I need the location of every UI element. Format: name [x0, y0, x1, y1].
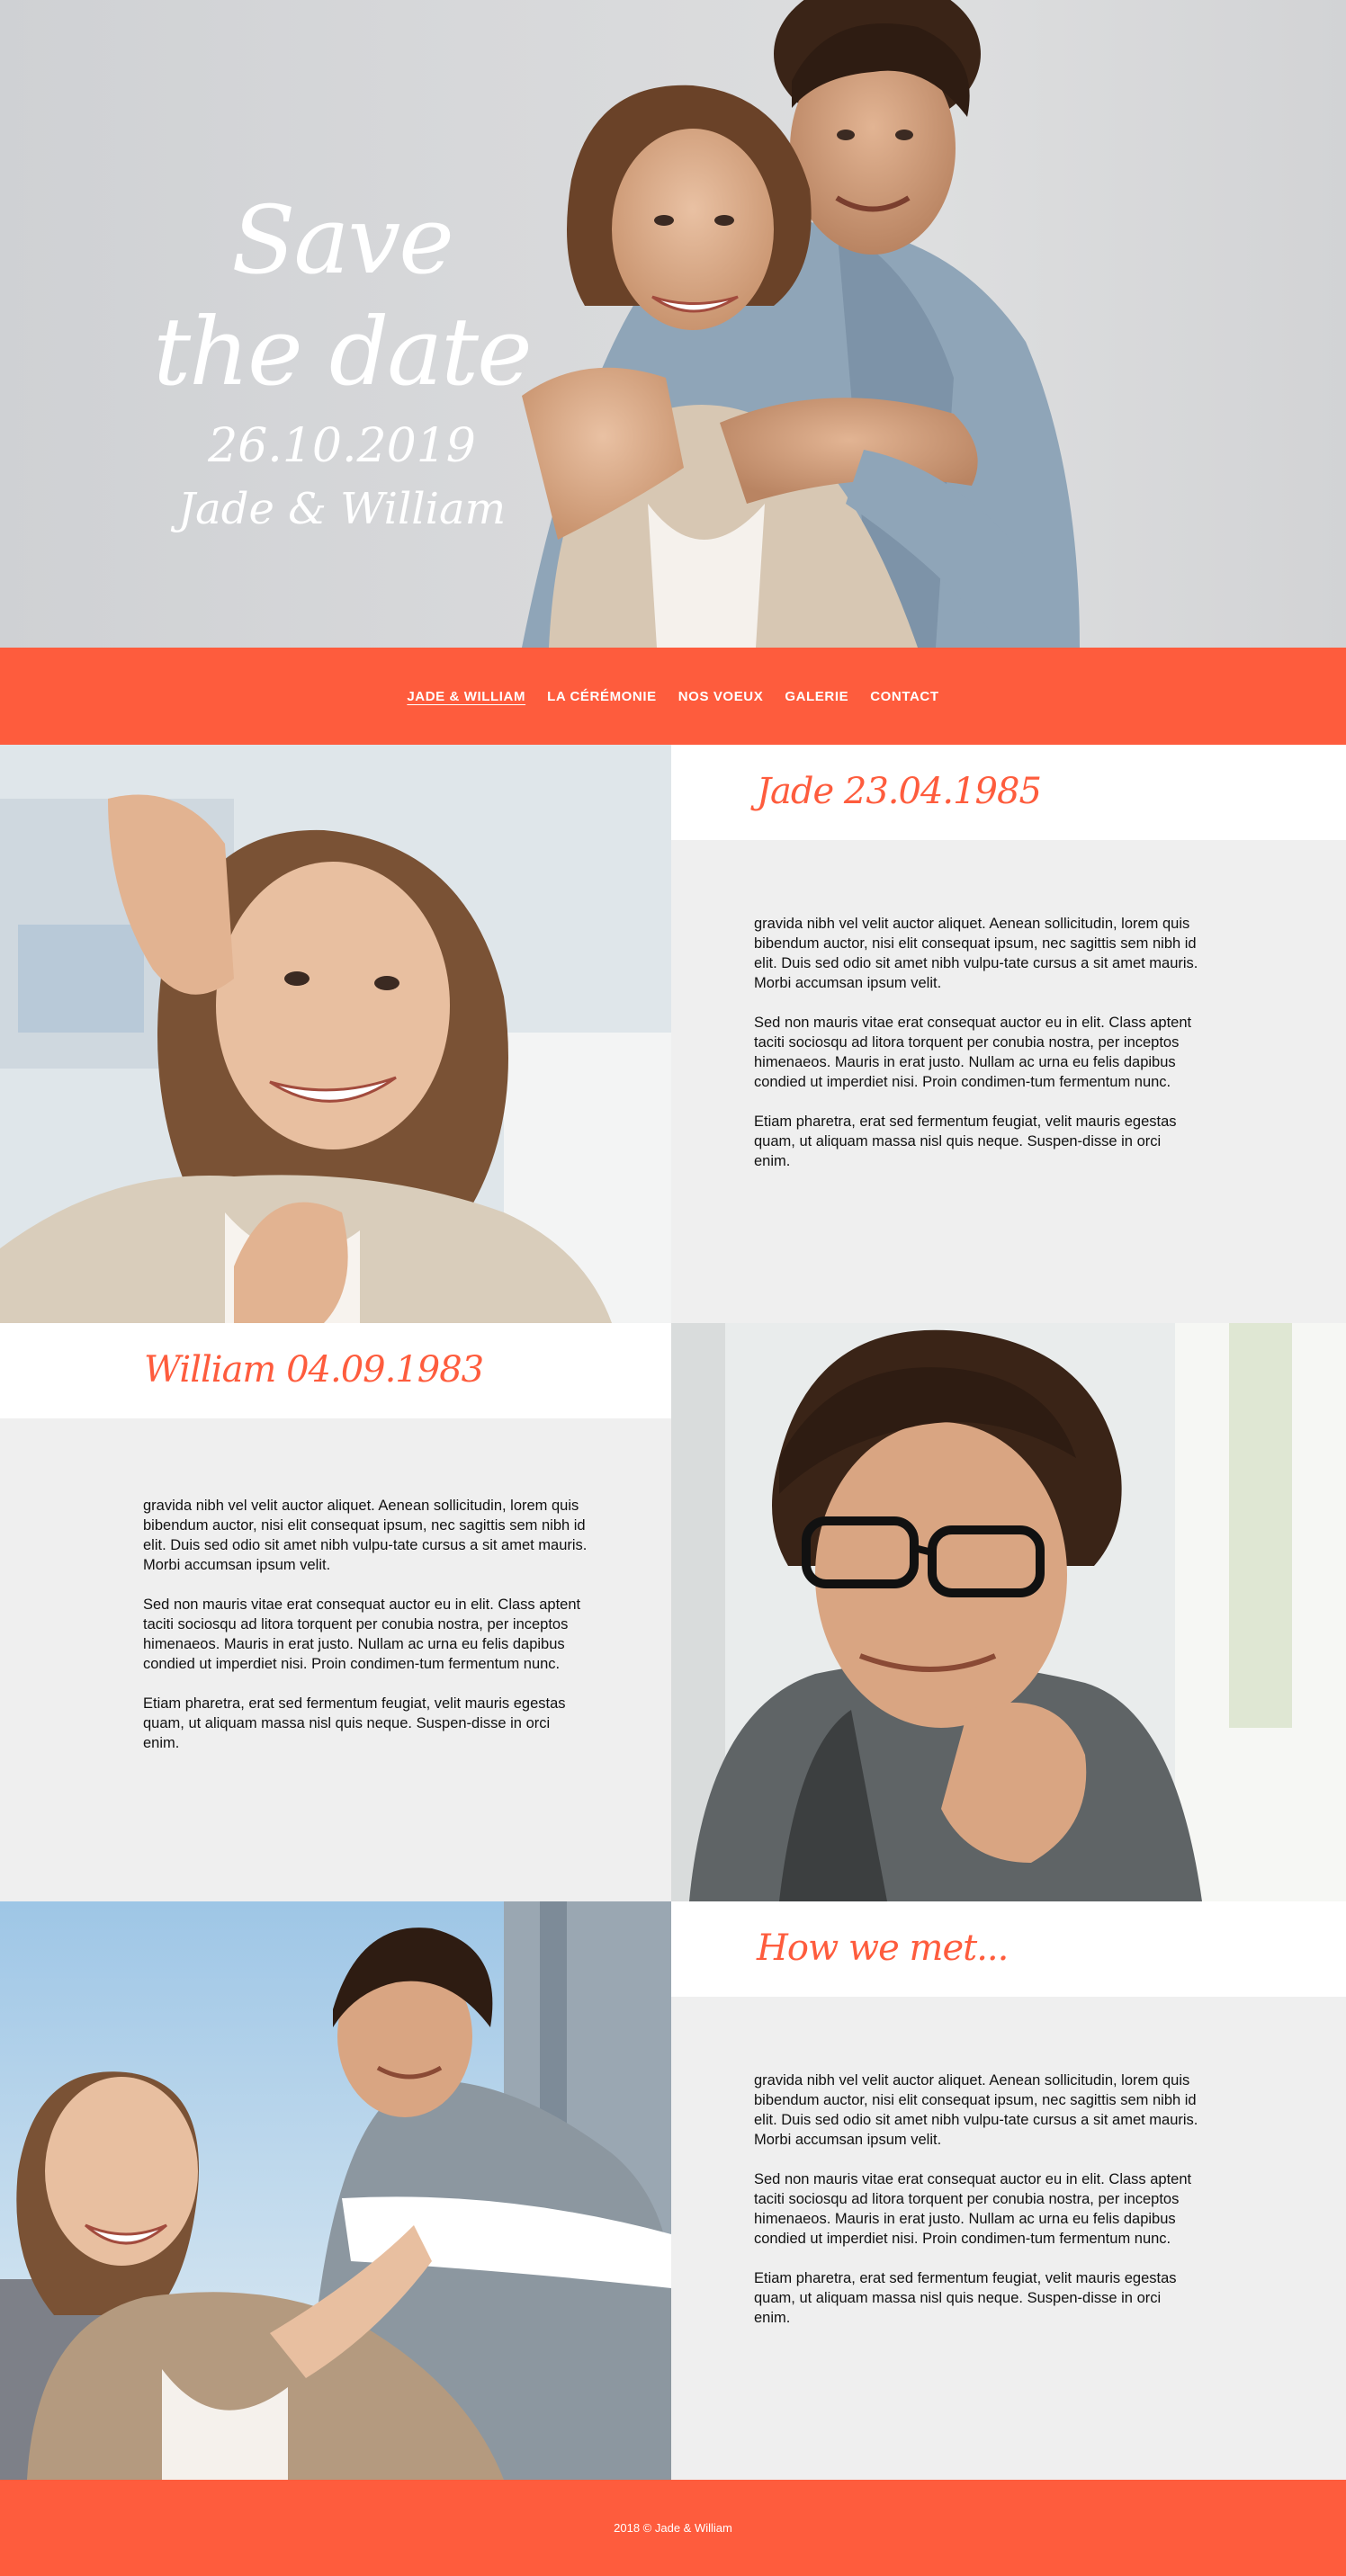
- hero-date: 26.10.2019: [208, 419, 476, 473]
- jade-paragraph: Sed non mauris vitae erat consequat auct…: [754, 1015, 1192, 1090]
- hero-banner: Save the date 26.10.2019 Jade & William: [0, 0, 1346, 648]
- how-we-met-text-panel: How we met... gravida nibh vel velit auc…: [671, 1901, 1346, 2480]
- jade-heading: Jade 23.04.1985: [757, 771, 1042, 812]
- nav-item-galerie[interactable]: GALERIE: [785, 684, 848, 710]
- how-we-met-heading-bar: How we met...: [671, 1901, 1346, 1997]
- jade-heading-bar: Jade 23.04.1985: [671, 745, 1346, 840]
- how-we-met-body: gravida nibh vel velit auctor aliquet. A…: [754, 2071, 1199, 2348]
- william-paragraph: gravida nibh vel velit auctor aliquet. A…: [143, 1498, 588, 1573]
- william-paragraph: Sed non mauris vitae erat consequat auct…: [143, 1597, 581, 1672]
- william-heading: William 04.09.1983: [144, 1349, 484, 1391]
- jade-photo: [0, 745, 671, 1323]
- william-body: gravida nibh vel velit auctor aliquet. A…: [143, 1496, 588, 1773]
- jade-section: Jade 23.04.1985 gravida nibh vel velit a…: [0, 745, 1346, 1323]
- footer-copyright: 2018 © Jade & William: [614, 2521, 732, 2535]
- how-we-met-paragraph: gravida nibh vel velit auctor aliquet. A…: [754, 2072, 1198, 2148]
- hero-couple-names: Jade & William: [177, 484, 507, 534]
- nav-item-contact[interactable]: CONTACT: [870, 684, 938, 710]
- william-heading-bar: William 04.09.1983: [0, 1323, 671, 1418]
- nav-item-jade-william[interactable]: JADE & WILLIAM: [407, 684, 525, 710]
- jade-paragraph: Etiam pharetra, erat sed fermentum feugi…: [754, 1114, 1177, 1169]
- how-we-met-heading: How we met...: [757, 1928, 1009, 1969]
- hero-title: Save the date: [153, 185, 532, 407]
- couple-hero-photo: [450, 0, 1197, 648]
- nav-item-nos-voeux[interactable]: NOS VOEUX: [678, 684, 764, 710]
- how-we-met-section: How we met... gravida nibh vel velit auc…: [0, 1901, 1346, 2480]
- jade-paragraph: gravida nibh vel velit auctor aliquet. A…: [754, 916, 1198, 991]
- jade-text-panel: Jade 23.04.1985 gravida nibh vel velit a…: [671, 745, 1346, 1323]
- jade-body: gravida nibh vel velit auctor aliquet. A…: [754, 914, 1199, 1191]
- main-navigation: JADE & WILLIAM LA CÉRÉMONIE NOS VOEUX GA…: [0, 648, 1346, 745]
- william-photo: [671, 1323, 1346, 1901]
- how-we-met-paragraph: Etiam pharetra, erat sed fermentum feugi…: [754, 2270, 1177, 2326]
- hero-heading-block: Save the date 26.10.2019 Jade & William: [144, 184, 540, 541]
- nav-item-ceremonie[interactable]: LA CÉRÉMONIE: [547, 684, 657, 710]
- william-text-panel: William 04.09.1983 gravida nibh vel veli…: [0, 1323, 671, 1901]
- william-section: William 04.09.1983 gravida nibh vel veli…: [0, 1323, 1346, 1901]
- page-footer: 2018 © Jade & William: [0, 2480, 1346, 2576]
- couple-playful-photo: [0, 1901, 671, 2480]
- how-we-met-paragraph: Sed non mauris vitae erat consequat auct…: [754, 2171, 1192, 2247]
- william-paragraph: Etiam pharetra, erat sed fermentum feugi…: [143, 1695, 566, 1751]
